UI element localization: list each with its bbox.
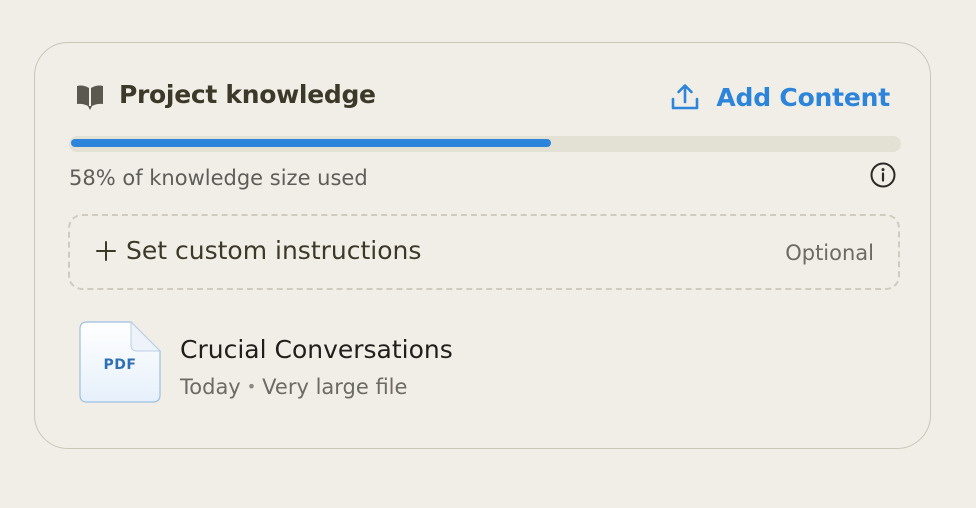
optional-label: Optional [785, 241, 874, 265]
usage-text: 58% of knowledge size used [69, 166, 368, 190]
project-knowledge-panel: Project knowledge Add Content 58% of kno… [34, 42, 931, 449]
file-item[interactable]: PDF Crucial Conversations Today • Very lar… [79, 321, 859, 405]
file-name: Crucial Conversations [180, 335, 453, 364]
add-content-button[interactable]: Add Content [670, 79, 890, 115]
file-date: Today [180, 375, 241, 399]
info-icon[interactable] [869, 161, 897, 189]
panel-header: Project knowledge Add Content [75, 79, 890, 115]
instructions-label: Set custom instructions [126, 236, 422, 265]
upload-icon [672, 84, 699, 110]
file-size-note: Very large file [262, 375, 408, 399]
panel-title: Project knowledge [119, 80, 376, 109]
add-content-label: Add Content [716, 82, 890, 112]
knowledge-usage-progress-bar [69, 136, 901, 152]
file-meta: Today • Very large file [180, 375, 407, 399]
separator-dot: • [246, 377, 257, 396]
pdf-type-label: PDF [103, 357, 137, 373]
plus-icon [96, 241, 116, 261]
set-custom-instructions-button[interactable]: Set custom instructions Optional [68, 214, 900, 290]
progress-fill [71, 139, 551, 147]
book-icon [77, 85, 103, 110]
